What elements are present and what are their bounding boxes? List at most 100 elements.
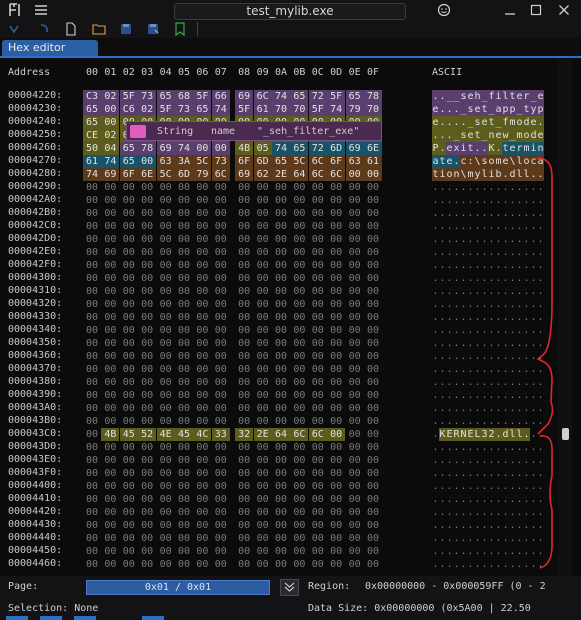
hex-byte[interactable]: 00 xyxy=(272,506,290,519)
hex-byte[interactable]: 00 xyxy=(272,207,290,220)
new-file-icon[interactable] xyxy=(64,22,78,36)
hex-byte[interactable]: C3 xyxy=(83,90,101,103)
ascii-char[interactable]: . xyxy=(516,545,523,558)
hex-byte[interactable]: 00 xyxy=(157,285,175,298)
ascii-char[interactable]: w xyxy=(502,129,509,142)
ascii-char[interactable]: . xyxy=(453,194,460,207)
hex-byte[interactable]: 00 xyxy=(290,194,308,207)
ascii-char[interactable]: . xyxy=(481,207,488,220)
ascii-char[interactable]: . xyxy=(453,324,460,337)
hex-byte[interactable]: 00 xyxy=(83,207,101,220)
hex-byte[interactable]: 00 xyxy=(254,207,272,220)
hex-byte[interactable]: 00 xyxy=(193,194,211,207)
ascii-char[interactable]: . xyxy=(439,207,446,220)
ascii-char[interactable]: . xyxy=(509,506,516,519)
ascii-char[interactable]: . xyxy=(467,350,474,363)
hex-byte[interactable]: 78 xyxy=(364,90,382,103)
hex-byte[interactable]: 00 xyxy=(138,402,156,415)
hex-byte[interactable]: 00 xyxy=(235,493,253,506)
ascii-char[interactable]: . xyxy=(537,220,544,233)
ascii-char[interactable]: . xyxy=(502,493,509,506)
ascii-char[interactable]: . xyxy=(467,285,474,298)
hex-byte[interactable]: 00 xyxy=(157,272,175,285)
hex-byte[interactable]: 00 xyxy=(272,441,290,454)
hex-byte[interactable]: 00 xyxy=(290,259,308,272)
hex-byte[interactable]: 00 xyxy=(235,506,253,519)
hex-byte[interactable]: 00 xyxy=(346,350,364,363)
hex-byte[interactable]: 00 xyxy=(157,324,175,337)
open-folder-icon[interactable] xyxy=(92,22,106,36)
ascii-char[interactable]: . xyxy=(488,519,495,532)
ascii-char[interactable]: . xyxy=(453,376,460,389)
hex-byte[interactable]: 00 xyxy=(309,402,327,415)
hex-byte[interactable]: 00 xyxy=(138,311,156,324)
hex-byte[interactable]: 00 xyxy=(212,402,230,415)
ascii-char[interactable]: . xyxy=(432,272,439,285)
hex-byte[interactable]: 00 xyxy=(83,415,101,428)
ascii-char[interactable]: . xyxy=(474,272,481,285)
ascii-char[interactable]: . xyxy=(481,194,488,207)
hex-byte[interactable]: 00 xyxy=(364,285,382,298)
hex-byte[interactable]: 00 xyxy=(101,272,119,285)
hex-byte[interactable]: 00 xyxy=(83,428,101,441)
hex-byte[interactable]: 00 xyxy=(254,493,272,506)
hex-byte[interactable]: 00 xyxy=(193,415,211,428)
ascii-char[interactable]: . xyxy=(488,558,495,571)
hex-byte[interactable]: 00 xyxy=(101,246,119,259)
ascii-char[interactable]: . xyxy=(467,233,474,246)
hex-byte[interactable]: 00 xyxy=(290,363,308,376)
hex-byte[interactable]: 00 xyxy=(309,324,327,337)
ascii-char[interactable]: . xyxy=(537,116,544,129)
ascii-char[interactable]: . xyxy=(502,532,509,545)
ascii-char[interactable]: . xyxy=(495,246,502,259)
hex-byte[interactable]: 00 xyxy=(346,493,364,506)
hex-byte[interactable]: 00 xyxy=(138,532,156,545)
hex-byte[interactable]: 00 xyxy=(364,493,382,506)
hex-byte[interactable]: 00 xyxy=(346,272,364,285)
ascii-char[interactable]: . xyxy=(530,532,537,545)
ascii-char[interactable]: . xyxy=(439,90,446,103)
ascii-char[interactable]: . xyxy=(523,324,530,337)
ascii-char[interactable]: . xyxy=(467,298,474,311)
ascii-char[interactable]: . xyxy=(537,194,544,207)
vertical-scrollbar[interactable] xyxy=(558,60,572,576)
hex-byte[interactable]: 5F xyxy=(119,90,138,103)
hex-byte[interactable]: 50 xyxy=(83,142,101,155)
ascii-char[interactable]: . xyxy=(502,168,509,181)
ascii-char[interactable]: . xyxy=(516,493,523,506)
ascii-char[interactable]: . xyxy=(474,558,481,571)
hex-byte[interactable]: 00 xyxy=(364,545,382,558)
ascii-char[interactable]: . xyxy=(523,207,530,220)
hex-byte[interactable]: 00 xyxy=(272,324,290,337)
ascii-char[interactable]: . xyxy=(432,454,439,467)
ascii-char[interactable]: . xyxy=(530,246,537,259)
ascii-char[interactable]: K xyxy=(439,428,446,441)
ascii-char[interactable]: o xyxy=(488,155,495,168)
ascii-char[interactable]: . xyxy=(481,389,488,402)
ascii-char[interactable]: . xyxy=(523,402,530,415)
hex-byte[interactable]: 00 xyxy=(212,467,230,480)
hex-byte[interactable]: 00 xyxy=(193,311,211,324)
ascii-char[interactable]: . xyxy=(537,168,544,181)
hex-byte[interactable]: 00 xyxy=(327,311,345,324)
hex-byte[interactable]: 00 xyxy=(193,272,211,285)
ascii-char[interactable]: . xyxy=(537,272,544,285)
ascii-char[interactable]: . xyxy=(523,493,530,506)
hex-byte[interactable]: 00 xyxy=(83,220,101,233)
hex-byte[interactable]: 00 xyxy=(309,337,327,350)
ascii-char[interactable]: . xyxy=(432,441,439,454)
ascii-char[interactable]: . xyxy=(474,493,481,506)
hex-byte[interactable]: 6F xyxy=(119,168,138,181)
ascii-char[interactable]: . xyxy=(446,337,453,350)
ascii-char[interactable]: . xyxy=(523,337,530,350)
hex-byte[interactable]: 00 xyxy=(212,415,230,428)
hex-byte[interactable]: 00 xyxy=(138,220,156,233)
ascii-char[interactable]: . xyxy=(481,350,488,363)
hex-byte[interactable]: 00 xyxy=(138,363,156,376)
ascii-char[interactable]: . xyxy=(439,454,446,467)
ascii-char[interactable]: . xyxy=(516,415,523,428)
hex-byte[interactable]: 00 xyxy=(272,311,290,324)
ascii-char[interactable]: . xyxy=(495,532,502,545)
hex-byte[interactable]: 00 xyxy=(83,506,101,519)
hex-byte[interactable]: 00 xyxy=(157,402,175,415)
